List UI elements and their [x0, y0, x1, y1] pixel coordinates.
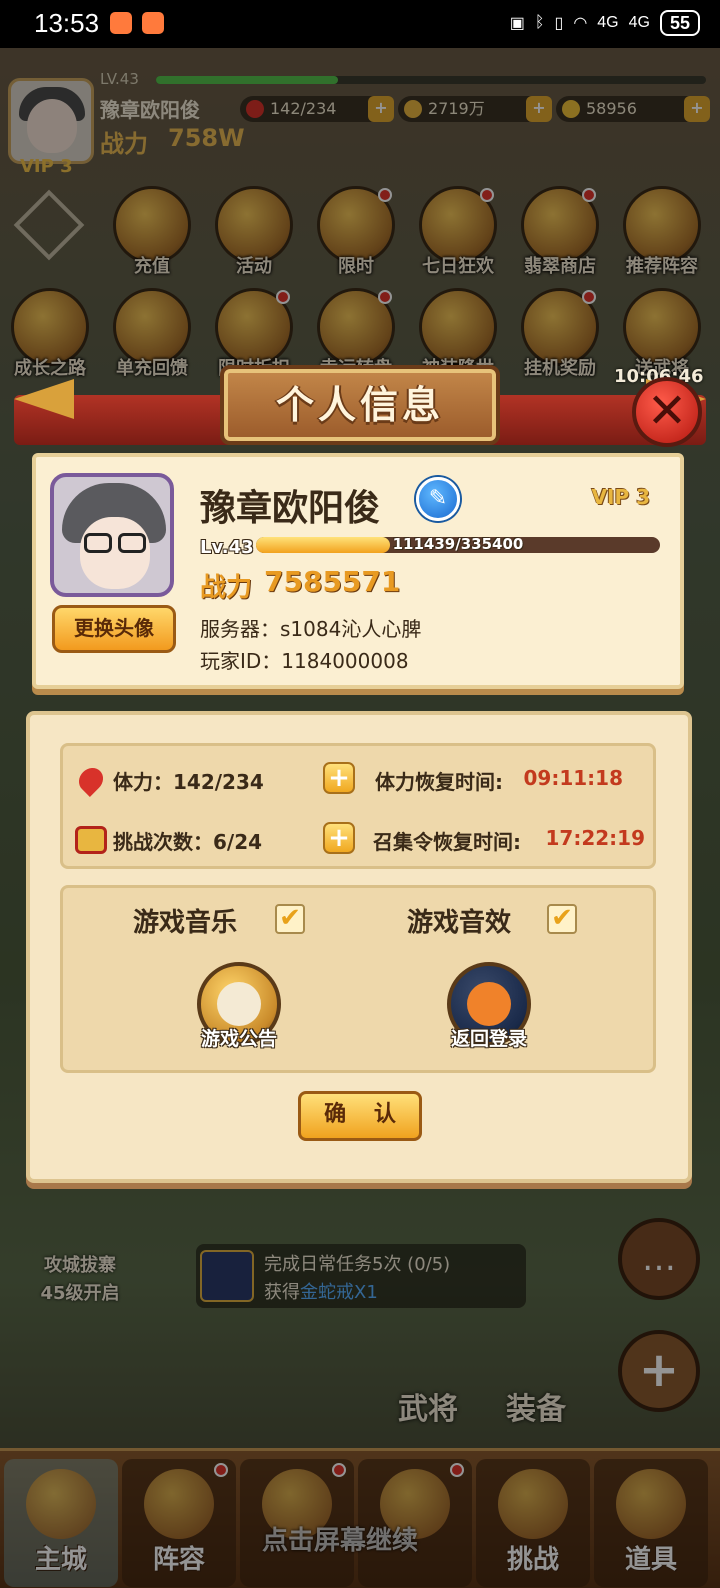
- dialog-title: 个人信息: [275, 383, 444, 427]
- stamina-label: 体力：142/234: [113, 770, 264, 794]
- profile-dialog: 个人信息 ✕ 更换头像 豫章欧阳俊 ✎ VIP 3 Lv.43 111439/3…: [14, 365, 706, 1195]
- wifi-icon: ◠: [573, 15, 588, 32]
- server-info: 服务器：s1084沁人心脾: [200, 617, 422, 641]
- nfc-icon: ▣: [509, 15, 525, 32]
- summon-recover-label: 召集令恢复时间:: [373, 830, 521, 854]
- stamina-row: 体力：142/234 + 体力恢复时间: 09:11:18: [63, 760, 659, 800]
- player-name: 豫章欧阳俊: [200, 488, 381, 529]
- status-time: 13:53: [34, 8, 100, 38]
- power-label: 战力: [200, 573, 253, 603]
- battery-indicator: 55: [659, 10, 700, 36]
- music-label: 游戏音乐: [133, 908, 238, 938]
- stamina-recover-time: 09:11:18: [523, 766, 624, 790]
- sfx-label: 游戏音效: [407, 908, 512, 938]
- scroll-icon: [217, 982, 261, 1026]
- challenge-row: 挑战次数：6/24 + 召集令恢复时间: 17:22:19: [63, 820, 659, 860]
- change-avatar-button[interactable]: 更换头像: [52, 605, 176, 653]
- buy-stamina-button[interactable]: +: [323, 762, 355, 794]
- confirm-button[interactable]: 确 认: [298, 1091, 422, 1141]
- settings-panel: 体力：142/234 + 体力恢复时间: 09:11:18 挑战次数：6/24 …: [26, 711, 692, 1183]
- exp-text: 111439/335400: [392, 535, 524, 553]
- vip-badge: VIP 3: [591, 485, 650, 509]
- app-notification-icon: [110, 12, 132, 34]
- sfx-checkbox[interactable]: ✔: [547, 904, 577, 934]
- stamina-recover-label: 体力恢复时间:: [375, 770, 503, 794]
- vibrate-icon: ▯: [554, 15, 564, 32]
- challenge-badge-icon: [75, 826, 107, 854]
- return-login-label: 返回登录: [450, 1028, 527, 1050]
- player-avatar: [50, 473, 174, 597]
- profile-card: 更换头像 豫章欧阳俊 ✎ VIP 3 Lv.43 111439/335400 战…: [32, 453, 684, 689]
- player-id: 玩家ID：1184000008: [200, 649, 409, 673]
- challenge-label: 挑战次数：6/24: [113, 830, 263, 854]
- return-arrow-icon: [467, 982, 511, 1026]
- announcement-label: 游戏公告: [200, 1028, 277, 1050]
- status-bar: 13:53 ▣ ᛒ ▯ ◠ 4G 4G 55: [0, 0, 720, 48]
- dialog-title-plate: 个人信息: [220, 365, 500, 445]
- music-checkbox[interactable]: ✔: [275, 904, 305, 934]
- signal-2-label: 4G: [628, 14, 650, 31]
- power-value: 7585571: [264, 565, 401, 598]
- player-level: Lv.43: [200, 537, 254, 558]
- app-notification-icon: [142, 12, 164, 34]
- buy-challenge-button[interactable]: +: [323, 822, 355, 854]
- bluetooth-icon: ᛒ: [534, 14, 545, 31]
- summon-recover-time: 17:22:19: [545, 826, 646, 850]
- spear-left-icon: [14, 379, 74, 419]
- signal-1-label: 4G: [597, 14, 619, 31]
- stamina-heart-icon: [74, 763, 108, 797]
- exp-bar: 111439/335400: [256, 535, 660, 553]
- settings-box: 游戏音乐 ✔ 游戏音效 ✔ 游戏公告 返回登录: [60, 885, 656, 1073]
- stats-box: 体力：142/234 + 体力恢复时间: 09:11:18 挑战次数：6/24 …: [60, 743, 656, 869]
- close-button[interactable]: ✕: [632, 377, 702, 447]
- edit-name-icon[interactable]: ✎: [416, 477, 460, 521]
